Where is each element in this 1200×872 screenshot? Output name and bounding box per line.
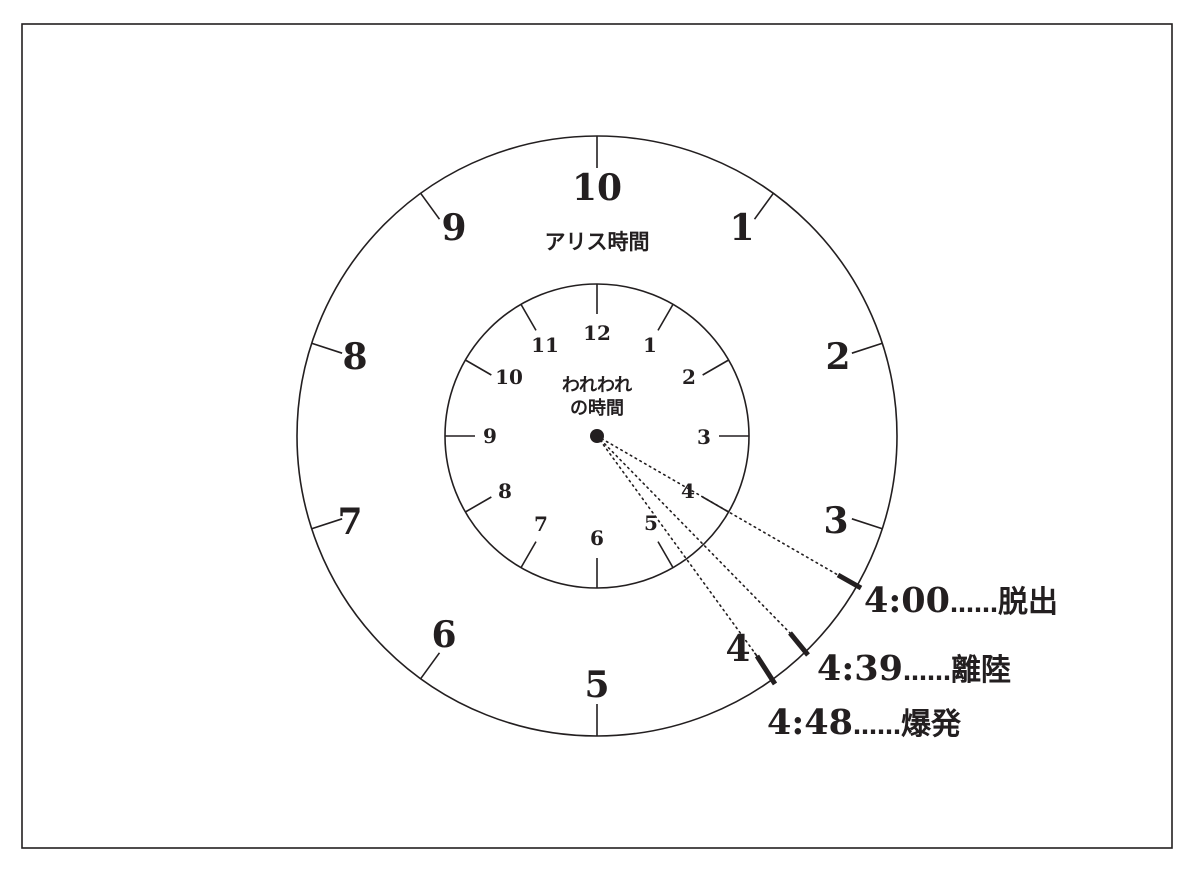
pointer-line-escape [596, 435, 839, 576]
clock-diagram: 10 1 2 3 4 5 6 7 8 9 アリス時間 12 1 2 3 4 5 … [21, 23, 1173, 849]
event-dots: …… [903, 658, 951, 686]
inner-number-6: 6 [590, 526, 604, 550]
event-dots: …… [853, 712, 901, 740]
outer-dial-tick [851, 518, 883, 530]
outer-number-10: 10 [572, 167, 622, 209]
inner-number-1: 1 [643, 333, 657, 357]
inner-dial-caption-line1: われわれ [562, 375, 632, 396]
outer-number-7: 7 [337, 501, 362, 543]
event-marker-escape [836, 572, 863, 591]
event-label-escape: 4:00……脱出 [864, 580, 1058, 621]
outer-dial-tick [753, 192, 774, 220]
event-marker-takeoff [788, 631, 810, 657]
inner-number-3: 3 [697, 425, 711, 449]
pointer-lines [596, 435, 839, 657]
inner-number-10: 10 [495, 365, 523, 389]
event-label-takeoff: 4:39……離陸 [817, 648, 1011, 689]
pointer-line-takeoff [596, 435, 791, 634]
event-name: 離陸 [951, 653, 1011, 688]
outer-number-6: 6 [431, 614, 456, 656]
event-label-explosion: 4:48……爆発 [767, 702, 962, 743]
inner-dial-caption-line2: の時間 [570, 398, 624, 419]
pointer-line-explosion [596, 435, 758, 657]
inner-number-5: 5 [644, 511, 658, 535]
event-dots: …… [950, 590, 998, 618]
outer-number-5: 5 [584, 664, 609, 706]
outer-dial-tick [851, 342, 883, 354]
outer-dial-tick [311, 342, 343, 354]
outer-number-2: 2 [825, 336, 850, 378]
event-time: 4:00 [864, 580, 950, 621]
outer-number-3: 3 [823, 500, 848, 542]
outer-number-9: 9 [441, 207, 466, 249]
outer-number-8: 8 [342, 336, 367, 378]
event-name: 脱出 [998, 585, 1058, 620]
inner-dial-tick [657, 303, 674, 331]
inner-dial-tick [464, 359, 492, 376]
inner-number-7: 7 [534, 512, 548, 536]
inner-dial-tick [702, 359, 730, 376]
inner-number-12: 12 [583, 321, 611, 345]
outer-number-1: 1 [729, 207, 754, 249]
outer-dial-caption: アリス時間 [545, 230, 650, 254]
outer-dial-tick [420, 652, 441, 680]
inner-dial-tick [657, 541, 674, 569]
inner-dial-tick [520, 541, 537, 569]
event-marker-explosion [754, 654, 778, 686]
inner-dial-tick [464, 496, 492, 513]
event-name: 爆発 [901, 707, 962, 742]
inner-number-2: 2 [682, 365, 696, 389]
event-labels: 4:00……脱出 4:39……離陸 4:48……爆発 [767, 580, 1058, 743]
outer-dial-tick [420, 192, 441, 220]
event-time: 4:48 [767, 702, 853, 743]
outer-number-4: 4 [725, 628, 750, 670]
inner-number-11: 11 [531, 333, 559, 357]
inner-number-8: 8 [498, 479, 512, 503]
inner-number-9: 9 [483, 424, 497, 448]
event-time: 4:39 [817, 648, 903, 689]
inner-dial-tick [520, 303, 537, 331]
